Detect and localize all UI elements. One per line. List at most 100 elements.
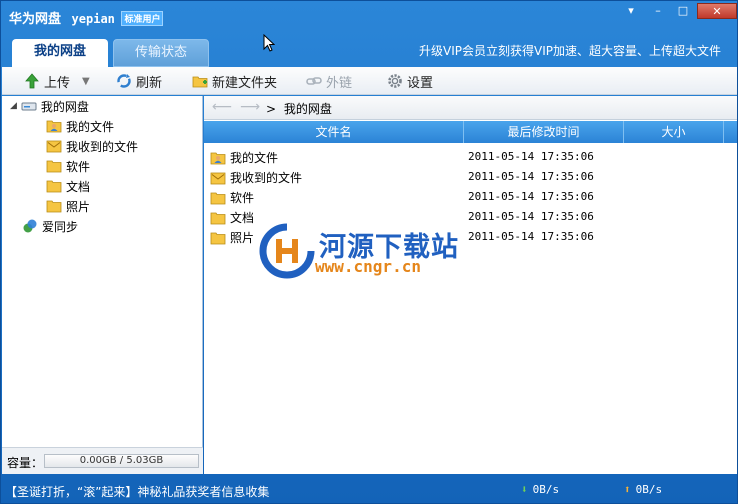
folder-icon	[46, 160, 62, 173]
file-name: 我的文件	[230, 151, 279, 165]
tree-item-documents[interactable]: 文档	[46, 177, 90, 195]
upload-button[interactable]: 上传 ▼	[24, 71, 90, 91]
tree-item-received-files[interactable]: 我收到的文件	[46, 137, 138, 155]
close-button[interactable]: ✕	[697, 3, 737, 19]
tree-item-my-files[interactable]: 我的文件	[46, 117, 114, 135]
toolbar: 上传 ▼ 刷新 新建文件夹 外链 设置	[2, 67, 737, 95]
file-name-cell: 我的文件	[210, 149, 278, 166]
breadcrumb: > 我的网盘	[266, 100, 332, 117]
file-modified: 2011-05-14 17:35:06	[468, 150, 594, 163]
watermark-url: www.cngr.cn	[315, 257, 421, 276]
tree-item-photos[interactable]: 照片	[46, 197, 90, 215]
file-name-cell: 照片	[210, 229, 254, 246]
tree-item-label: 照片	[66, 199, 91, 214]
upload-arrow-icon: ⬆	[624, 483, 631, 496]
menu-arrow-button[interactable]: ▾	[619, 3, 643, 19]
folder-icon	[46, 200, 62, 213]
breadcrumb-current[interactable]: 我的网盘	[284, 102, 332, 116]
file-name-cell: 文档	[210, 209, 254, 226]
refresh-label: 刷新	[136, 75, 163, 91]
user-folder-icon	[46, 120, 62, 133]
upload-label: 上传	[44, 75, 71, 91]
sync-label: 爱同步	[42, 219, 79, 234]
app-title: 华为网盘 yepian 标准用户	[9, 8, 164, 27]
file-name: 软件	[230, 191, 255, 205]
tree-item-software[interactable]: 软件	[46, 157, 90, 175]
settings-label: 设置	[407, 75, 434, 91]
tree-item-label: 软件	[66, 159, 91, 174]
file-name-cell: 我收到的文件	[210, 169, 302, 186]
file-name: 我收到的文件	[230, 171, 303, 185]
table-row[interactable]: 我的文件 2011-05-14 17:35:06	[204, 147, 737, 167]
user-folder-icon	[210, 152, 226, 164]
title-bar[interactable]: 华为网盘 yepian 标准用户 ▾ – □ ✕	[1, 1, 738, 33]
folder-tree: ◢ 我的网盘 我的文件 我收到的文件 软件 文档 照片 爱同步	[2, 96, 203, 474]
file-name: 文档	[230, 211, 255, 225]
quota-progress-bar: 0.00GB / 5.03GB	[44, 454, 199, 468]
table-row[interactable]: 软件 2011-05-14 17:35:06	[204, 187, 737, 207]
sync-icon	[23, 219, 37, 233]
new-folder-label: 新建文件夹	[212, 75, 278, 91]
maximize-button[interactable]: □	[671, 3, 695, 19]
external-link-button[interactable]: 外链	[306, 71, 352, 91]
file-modified: 2011-05-14 17:35:06	[468, 170, 594, 183]
refresh-icon	[117, 74, 131, 88]
navigation-bar: ⟵ ⟶ > 我的网盘	[204, 96, 737, 120]
column-size[interactable]: 大小	[624, 121, 724, 143]
forward-arrow-icon[interactable]: ⟶	[240, 99, 260, 115]
column-name[interactable]: 文件名	[204, 121, 464, 143]
download-speed: ⬇ 0B/s	[521, 483, 559, 496]
tree-root-label: 我的网盘	[40, 99, 89, 114]
file-modified: 2011-05-14 17:35:06	[468, 190, 594, 203]
file-name: 照片	[230, 231, 255, 245]
external-link-label: 外链	[326, 75, 353, 91]
download-speed-value: 0B/s	[532, 483, 560, 496]
tab-transfer-status[interactable]: 传输状态	[113, 39, 209, 67]
back-arrow-icon[interactable]: ⟵	[212, 99, 232, 115]
column-modified[interactable]: 最后修改时间	[464, 121, 624, 143]
status-bar: 【圣诞打折，“滚”起来】神秘礼品获奖者信息收集 ⬇ 0B/s ⬆ 0B/s	[2, 477, 737, 503]
user-level-badge: 标准用户	[121, 11, 164, 26]
mouse-cursor-icon	[263, 34, 275, 52]
site-watermark: 河源下载站 www.cngr.cn	[259, 223, 489, 279]
tab-my-drive[interactable]: 我的网盘	[12, 39, 108, 67]
username: yepian	[71, 12, 115, 26]
mail-folder-icon	[46, 140, 62, 153]
folder-icon	[210, 212, 226, 224]
minimize-button[interactable]: –	[646, 3, 670, 19]
new-folder-icon	[192, 76, 208, 88]
upload-dropdown-icon[interactable]: ▼	[82, 76, 90, 87]
folder-icon	[46, 180, 62, 193]
app-window: 华为网盘 yepian 标准用户 ▾ – □ ✕ 我的网盘 传输状态 升级VIP…	[0, 0, 738, 504]
watermark-logo-icon	[259, 223, 315, 279]
tree-item-label: 文档	[66, 179, 91, 194]
drive-icon	[21, 102, 37, 111]
tree-item-sync[interactable]: 爱同步	[22, 217, 78, 235]
table-row[interactable]: 我收到的文件 2011-05-14 17:35:06	[204, 167, 737, 187]
link-chain-icon	[306, 77, 322, 85]
file-modified: 2011-05-14 17:35:06	[468, 210, 594, 223]
table-header: 文件名 最后修改时间 大小	[204, 121, 737, 143]
tree-item-label: 我的文件	[66, 119, 115, 134]
file-name-cell: 软件	[210, 189, 254, 206]
refresh-button[interactable]: 刷新	[116, 71, 162, 91]
folder-icon	[210, 192, 226, 204]
download-arrow-icon: ⬇	[521, 483, 528, 496]
file-panel: ⟵ ⟶ > 我的网盘 文件名 最后修改时间 大小 我的文件 2011-05-14…	[204, 96, 737, 474]
vip-promo-link[interactable]: 升级VIP会员立刻获得VIP加速、超大容量、上传超大文件	[419, 42, 721, 59]
folder-icon	[210, 232, 226, 244]
mail-folder-icon	[210, 172, 226, 184]
tree-root[interactable]: ◢ 我的网盘	[10, 97, 89, 115]
settings-button[interactable]: 设置	[387, 71, 433, 91]
new-folder-button[interactable]: 新建文件夹	[192, 71, 277, 91]
status-news-link[interactable]: 【圣诞打折，“滚”起来】神秘礼品获奖者信息收集	[5, 483, 269, 500]
tree-item-label: 我收到的文件	[66, 139, 139, 154]
upload-speed-value: 0B/s	[635, 483, 663, 496]
upload-arrow-icon	[25, 73, 39, 89]
collapse-triangle-icon[interactable]: ◢	[10, 101, 17, 111]
breadcrumb-separator: >	[266, 102, 277, 116]
storage-quota: 容量： 0.00GB / 5.03GB	[2, 447, 203, 474]
app-name: 华为网盘	[9, 12, 62, 27]
quota-label: 容量：	[7, 456, 44, 470]
gear-icon	[388, 74, 402, 88]
